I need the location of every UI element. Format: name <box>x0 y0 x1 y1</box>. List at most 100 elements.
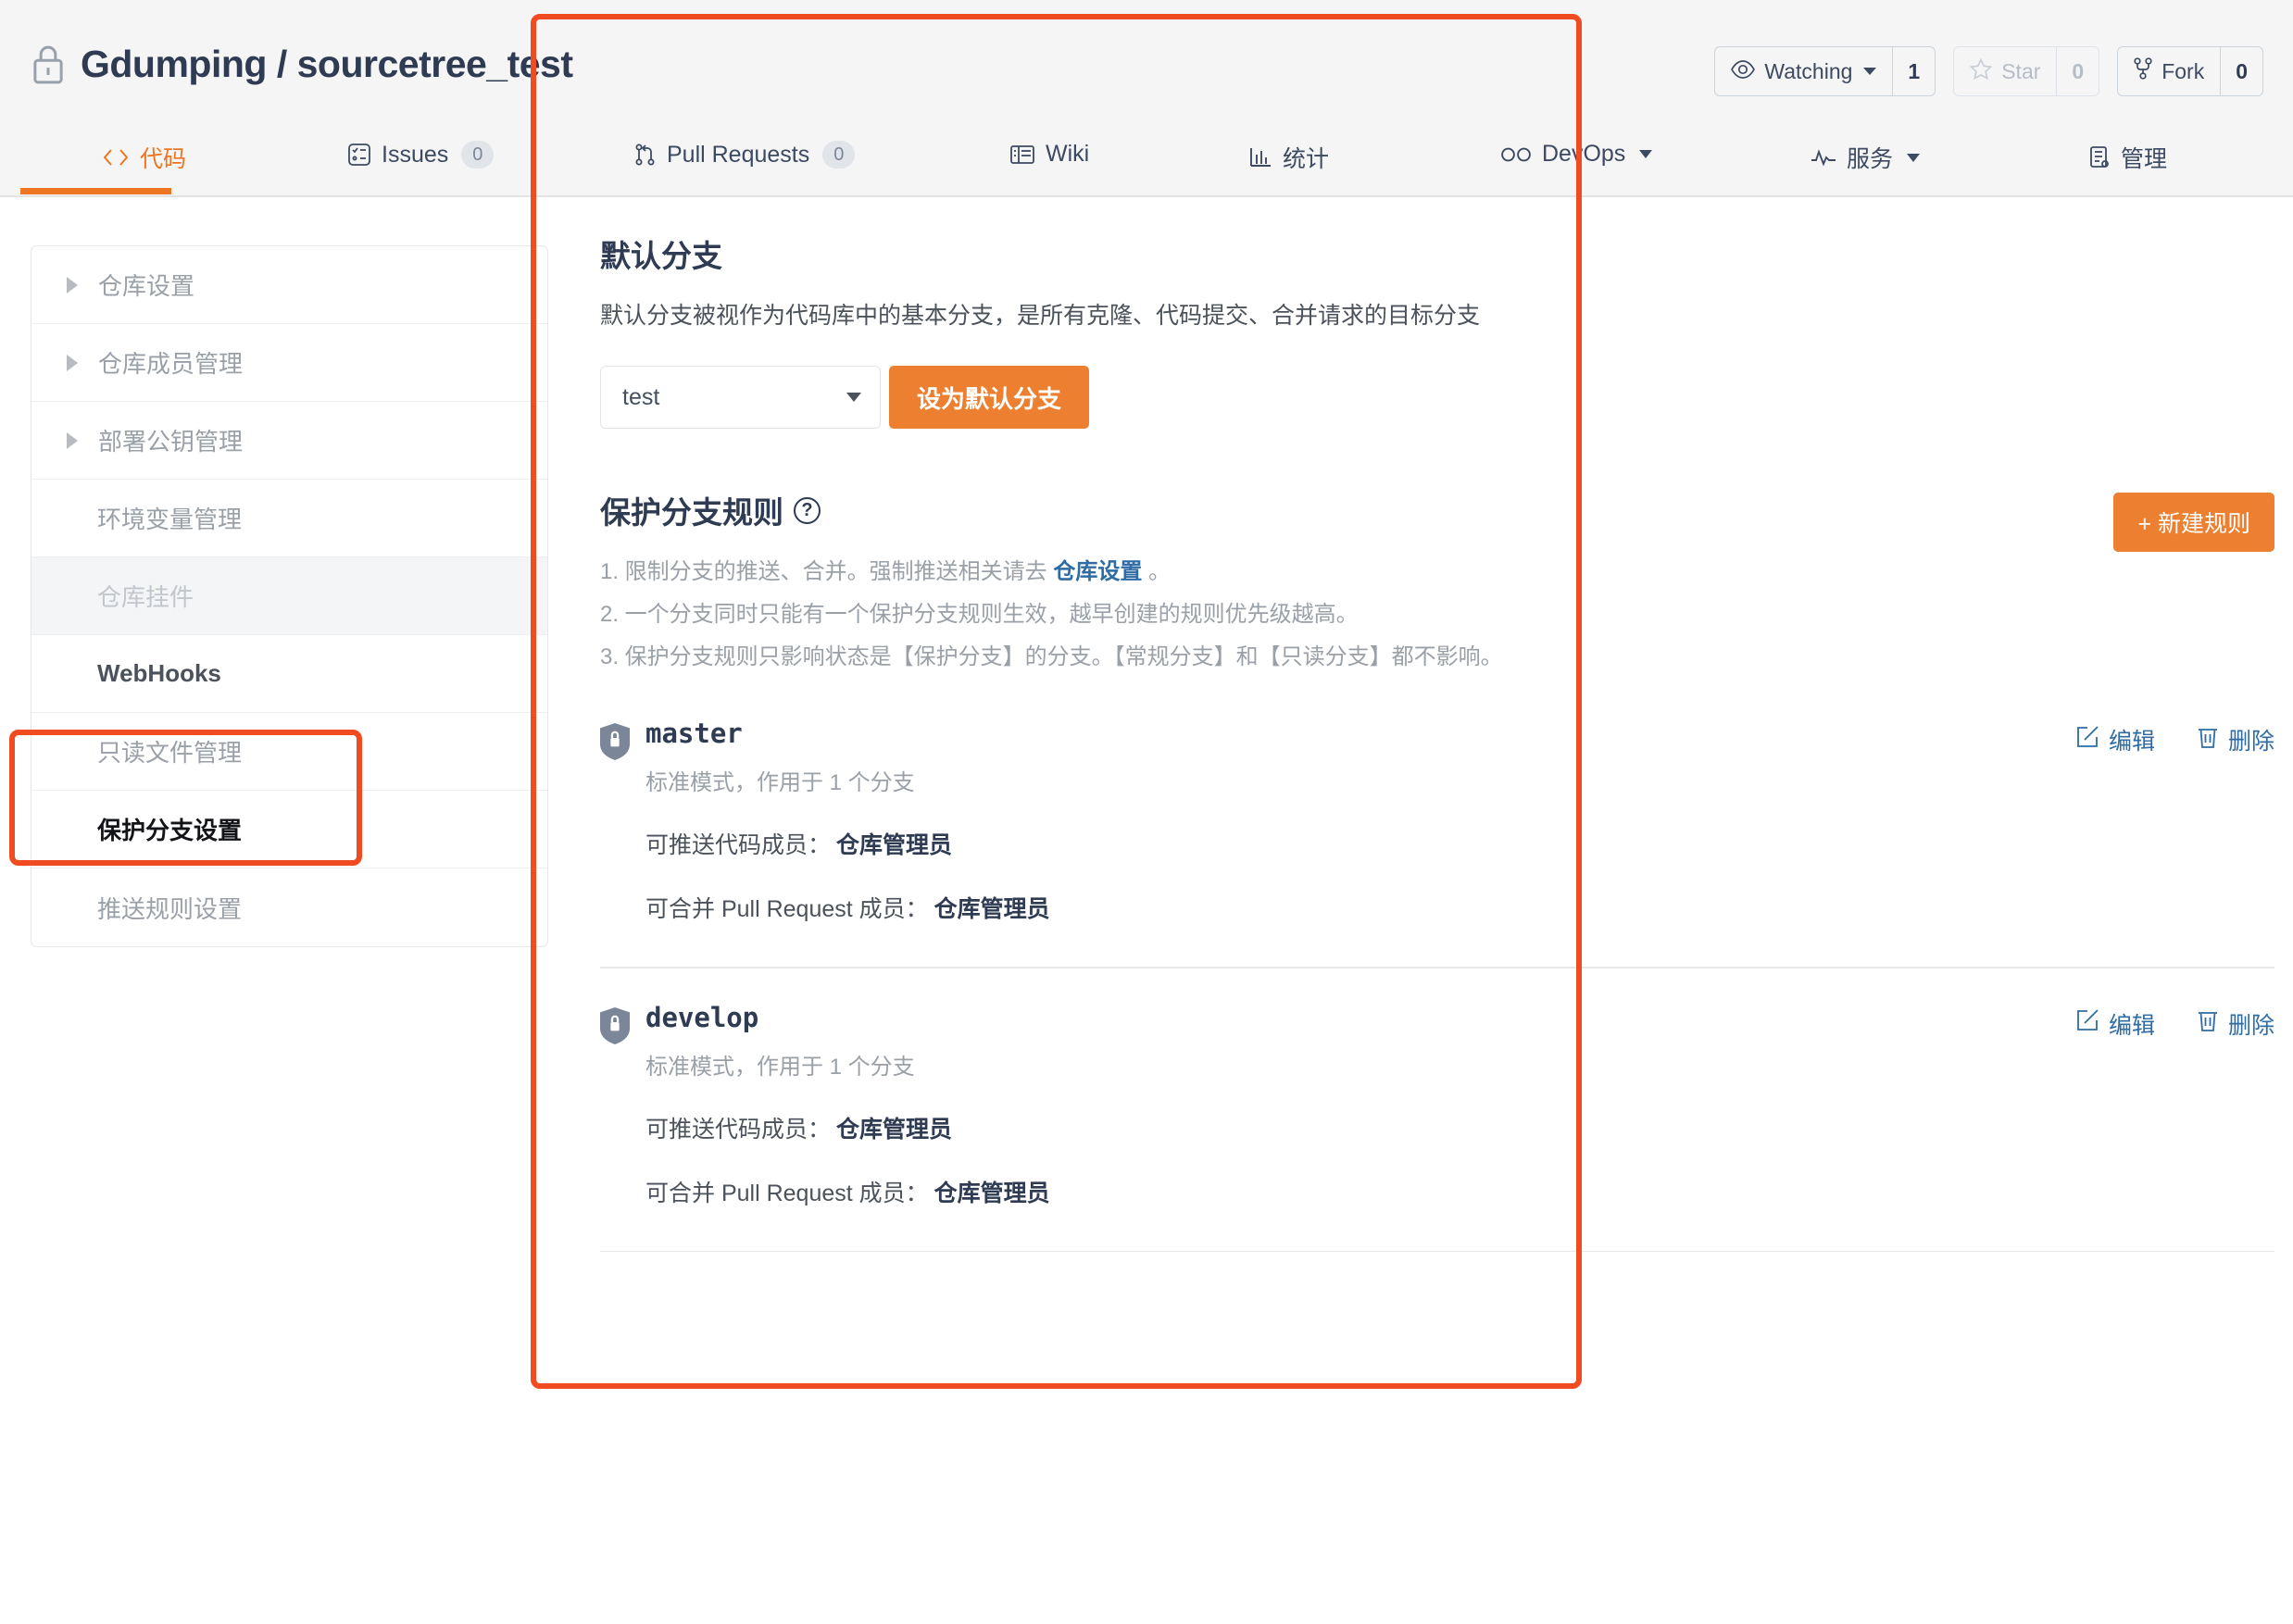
repo-nav: 代码 Issues 0 <box>0 130 2293 197</box>
tab-issues[interactable]: Issues 0 <box>347 141 494 169</box>
chevron-right-icon <box>67 277 78 294</box>
protected-rules-section: 保护分支规则 ? + 新建规则 1. 限制分支的推送、合并。强制推送相关请去 仓… <box>600 488 2274 673</box>
watching-button-group[interactable]: Watching 1 <box>1714 46 1936 96</box>
sidebar-item-readonly-files[interactable]: 只读文件管理 <box>31 713 547 791</box>
tab-wiki[interactable]: Wiki <box>1009 141 1089 168</box>
rule-note: 2. 一个分支同时只能有一个保护分支规则生效，越早创建的规则优先级越高。 <box>600 599 2274 631</box>
pull-requests-count-badge: 0 <box>822 141 855 169</box>
rule-note: 1. 限制分支的推送、合并。强制推送相关请去 仓库设置 。 <box>600 556 2274 588</box>
chevron-down-icon <box>1639 150 1652 158</box>
edit-label: 编辑 <box>2109 723 2155 756</box>
repo-actions: Watching 1 Star 0 <box>1714 46 2263 96</box>
rule-merge-label: 可合并 Pull Request 成员： <box>645 1181 929 1206</box>
watching-button[interactable]: Watching <box>1715 47 1892 95</box>
tab-code-label: 代码 <box>140 141 186 174</box>
fork-icon <box>2134 57 2152 85</box>
rule-push-value: 仓库管理员 <box>836 1117 952 1143</box>
tab-pull-requests[interactable]: Pull Requests 0 <box>634 141 855 169</box>
fork-label: Fork <box>2161 59 2204 84</box>
sidebar-item-protected-branch-settings[interactable]: 保护分支设置 <box>31 791 547 868</box>
sidebar-item-push-rules[interactable]: 推送规则设置 <box>31 868 547 946</box>
rule-divider <box>600 1251 2274 1253</box>
sidebar-item-deploy-keys[interactable]: 部署公钥管理 <box>31 402 547 480</box>
star-icon <box>1970 58 1992 85</box>
repo-settings-link[interactable]: 仓库设置 <box>1053 559 1142 584</box>
sidebar-item-label: 只读文件管理 <box>97 734 242 768</box>
star-label: Star <box>2001 59 2040 84</box>
rule-actions: 编辑 删除 <box>2075 1007 2274 1041</box>
sidebar-item-env-vars[interactable]: 环境变量管理 <box>31 480 547 557</box>
rule-push-label: 可推送代码成员： <box>645 832 831 858</box>
pulse-icon <box>1811 148 1836 167</box>
eye-icon <box>1731 59 1755 84</box>
rule-actions: 编辑 删除 <box>2075 723 2274 756</box>
tab-services[interactable]: 服务 <box>1811 141 1920 174</box>
chevron-down-icon <box>1907 154 1920 162</box>
chevron-down-icon <box>1863 68 1876 75</box>
rule-note: 3. 保护分支规则只影响状态是【保护分支】的分支。【常规分支】和【只读分支】都不… <box>600 642 2274 673</box>
rule-push-value: 仓库管理员 <box>836 832 952 858</box>
rule-mode: 标准模式，作用于 1 个分支 <box>645 764 915 796</box>
watching-label: Watching <box>1764 59 1852 84</box>
question-mark-icon[interactable]: ? <box>794 497 821 524</box>
edit-rule-button[interactable]: 编辑 <box>2075 723 2155 756</box>
chart-icon <box>1248 146 1272 169</box>
repo-header: Gdumping / sourcetree_test Watching 1 <box>0 0 2293 197</box>
fork-count[interactable]: 0 <box>2220 47 2262 95</box>
rule-push-label: 可推送代码成员： <box>645 1117 831 1143</box>
default-branch-description: 默认分支被视作为代码库中的基本分支，是所有克隆、代码提交、合并请求的目标分支 <box>600 300 2274 332</box>
tab-statistics[interactable]: 统计 <box>1248 141 1329 174</box>
shield-lock-icon <box>600 719 630 765</box>
repo-title-row: Gdumping / sourcetree_test <box>31 43 573 86</box>
tab-devops[interactable]: DevOps <box>1500 141 1652 168</box>
chevron-right-icon <box>67 355 78 371</box>
rule-note-prefix: 1. 限制分支的推送、合并。强制推送相关请去 <box>600 559 1053 584</box>
delete-rule-button[interactable]: 删除 <box>2197 723 2274 756</box>
edit-label: 编辑 <box>2109 1007 2155 1041</box>
sidebar-item-widgets[interactable]: 仓库挂件 <box>31 557 547 635</box>
sidebar-item-repo-settings[interactable]: 仓库设置 <box>31 246 547 324</box>
protected-rule-item: develop 标准模式，作用于 1 个分支 可推送代码成员：仓库管理员 可合并… <box>600 968 2274 1252</box>
default-branch-title: 默认分支 <box>600 231 2274 276</box>
active-tab-indicator <box>20 188 171 194</box>
star-button[interactable]: Star <box>1954 47 2056 95</box>
rule-header: develop 标准模式，作用于 1 个分支 <box>600 1004 2274 1081</box>
new-rule-button[interactable]: + 新建规则 <box>2113 493 2274 552</box>
fork-button[interactable]: Fork <box>2118 47 2220 95</box>
page-root: Gdumping / sourcetree_test Watching 1 <box>0 0 2293 1624</box>
tab-statistics-label: 统计 <box>1283 141 1329 174</box>
code-icon <box>102 147 130 168</box>
tab-wiki-label: Wiki <box>1046 141 1089 168</box>
rule-merge-members: 可合并 Pull Request 成员：仓库管理员 <box>645 1175 2274 1208</box>
sidebar-item-label: 仓库设置 <box>98 268 194 302</box>
trash-icon <box>2197 1008 2219 1039</box>
sidebar-item-label: WebHooks <box>97 659 221 688</box>
tab-services-label: 服务 <box>1847 141 1893 174</box>
star-count[interactable]: 0 <box>2056 47 2099 95</box>
rule-branch-name: master <box>645 719 915 749</box>
protected-rule-item: master 标准模式，作用于 1 个分支 可推送代码成员：仓库管理员 可合并 … <box>600 684 2274 968</box>
issues-icon <box>347 143 371 167</box>
tab-code[interactable]: 代码 <box>102 141 186 174</box>
delete-label: 删除 <box>2228 1007 2274 1041</box>
sidebar-item-webhooks[interactable]: WebHooks <box>31 635 547 713</box>
tab-manage-label: 管理 <box>2121 141 2167 174</box>
tab-manage[interactable]: 管理 <box>2088 141 2167 174</box>
sidebar-item-label: 保护分支设置 <box>97 812 242 846</box>
sidebar-item-label: 推送规则设置 <box>97 891 242 925</box>
pull-request-icon <box>634 143 657 167</box>
issues-count-badge: 0 <box>461 141 494 169</box>
lock-icon <box>31 44 66 85</box>
edit-rule-button[interactable]: 编辑 <box>2075 1007 2155 1041</box>
watching-count[interactable]: 1 <box>1892 47 1935 95</box>
fork-button-group[interactable]: Fork 0 <box>2117 46 2263 96</box>
set-default-branch-button[interactable]: 设为默认分支 <box>889 366 1089 429</box>
tab-issues-label: Issues <box>382 142 448 169</box>
star-button-group[interactable]: Star 0 <box>1953 46 2099 96</box>
sidebar-item-members[interactable]: 仓库成员管理 <box>31 324 547 402</box>
shield-lock-icon <box>600 1004 630 1049</box>
sidebar-item-label: 部署公钥管理 <box>98 423 243 457</box>
chevron-right-icon <box>67 432 78 449</box>
default-branch-select[interactable]: test <box>600 366 881 429</box>
delete-rule-button[interactable]: 删除 <box>2197 1007 2274 1041</box>
